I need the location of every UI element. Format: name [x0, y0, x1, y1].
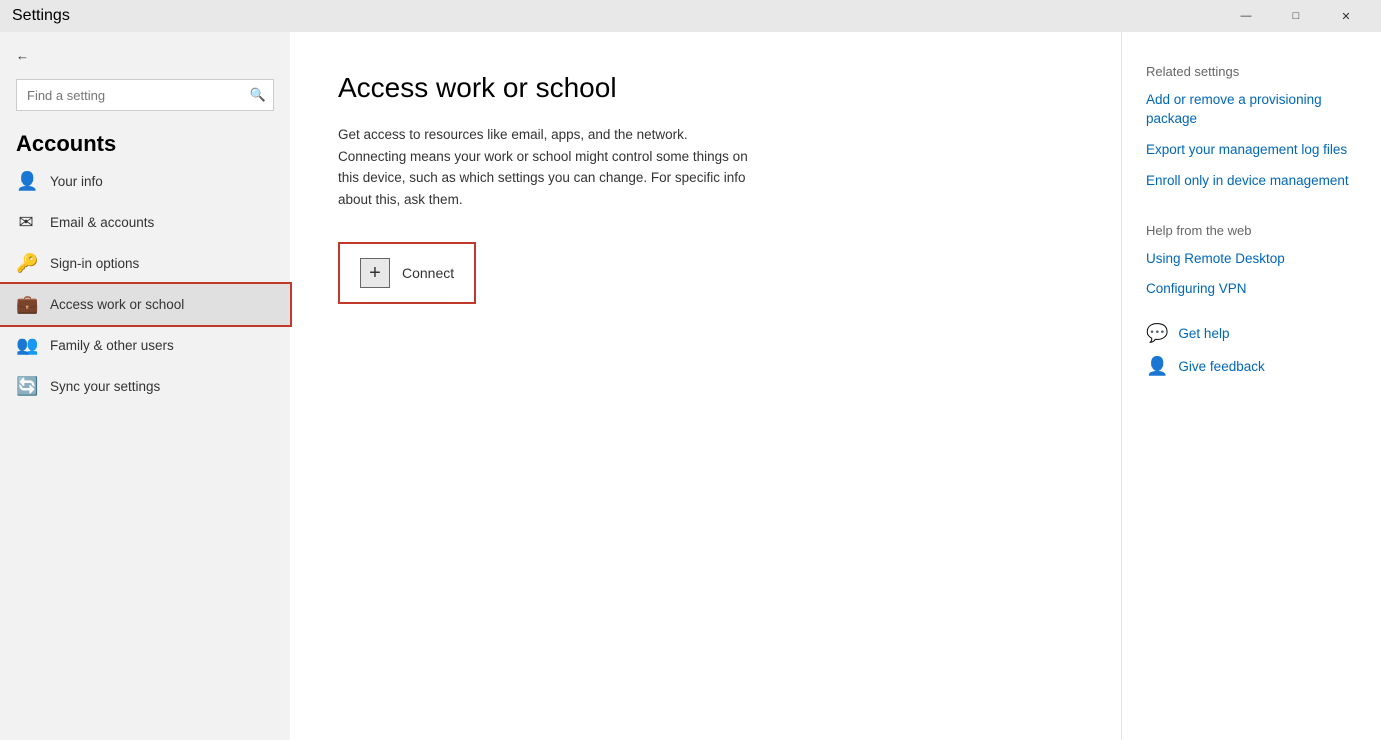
connect-label: Connect	[402, 265, 454, 281]
minimize-icon: —	[1241, 10, 1252, 22]
related-settings-section: Related settings Add or remove a provisi…	[1146, 64, 1357, 191]
sidebar: ← 🔍 Accounts 👤 Your info ✉ Email & accou…	[0, 32, 290, 740]
close-icon: ✕	[1341, 10, 1350, 23]
sidebar-item-email-accounts[interactable]: ✉ Email & accounts	[0, 202, 290, 243]
settings-title: Settings	[12, 7, 70, 25]
back-button[interactable]: ←	[0, 40, 290, 71]
search-icon: 🔍	[250, 87, 266, 103]
connect-plus-icon: +	[360, 258, 390, 288]
help-from-web-section: Help from the web Using Remote Desktop C…	[1146, 223, 1357, 300]
title-bar-controls: — □ ✕	[1223, 0, 1369, 32]
maximize-button[interactable]: □	[1273, 0, 1319, 32]
app-body: ← 🔍 Accounts 👤 Your info ✉ Email & accou…	[0, 32, 1381, 740]
sidebar-item-your-info[interactable]: 👤 Your info	[0, 161, 290, 202]
sidebar-item-family-users[interactable]: 👥 Family & other users	[0, 325, 290, 366]
sync-icon: 🔄	[16, 376, 36, 397]
title-bar: Settings — □ ✕	[0, 0, 1381, 32]
close-button[interactable]: ✕	[1323, 0, 1369, 32]
sidebar-item-sign-in[interactable]: 🔑 Sign-in options	[0, 243, 290, 284]
sidebar-item-label: Family & other users	[50, 338, 174, 353]
enroll-device-link[interactable]: Enroll only in device management	[1146, 172, 1357, 191]
connect-button[interactable]: + Connect	[338, 242, 476, 304]
back-arrow-icon: ←	[16, 48, 29, 63]
sidebar-item-label: Your info	[50, 174, 103, 189]
export-log-link[interactable]: Export your management log files	[1146, 141, 1357, 160]
email-icon: ✉	[16, 212, 36, 233]
search-input[interactable]	[16, 79, 274, 111]
family-icon: 👥	[16, 335, 36, 356]
get-help-icon: 💬	[1146, 323, 1168, 344]
get-help-label: Get help	[1178, 326, 1229, 341]
help-items-section: 💬 Get help 👤 Give feedback	[1146, 323, 1357, 377]
sidebar-item-label: Sync your settings	[50, 379, 160, 394]
sidebar-section-title: Accounts	[0, 119, 290, 161]
sidebar-item-sync-settings[interactable]: 🔄 Sync your settings	[0, 366, 290, 407]
right-panel: Related settings Add or remove a provisi…	[1121, 32, 1381, 740]
sidebar-item-label: Sign-in options	[50, 256, 139, 271]
main-content: Access work or school Get access to reso…	[290, 32, 1121, 740]
page-title: Access work or school	[338, 72, 1073, 104]
minimize-button[interactable]: —	[1223, 0, 1269, 32]
give-feedback-item[interactable]: 👤 Give feedback	[1146, 356, 1357, 377]
sign-in-icon: 🔑	[16, 253, 36, 274]
sidebar-item-label: Access work or school	[50, 297, 184, 312]
maximize-icon: □	[1293, 10, 1300, 22]
help-from-web-title: Help from the web	[1146, 223, 1357, 238]
configuring-vpn-link[interactable]: Configuring VPN	[1146, 280, 1357, 299]
title-bar-left: Settings	[12, 7, 70, 25]
get-help-item[interactable]: 💬 Get help	[1146, 323, 1357, 344]
sidebar-item-access-work[interactable]: 💼 Access work or school	[0, 284, 290, 325]
your-info-icon: 👤	[16, 171, 36, 192]
page-description: Get access to resources like email, apps…	[338, 124, 758, 210]
sidebar-item-label: Email & accounts	[50, 215, 154, 230]
add-remove-pkg-link[interactable]: Add or remove a provisioning package	[1146, 91, 1357, 129]
give-feedback-icon: 👤	[1146, 356, 1168, 377]
work-icon: 💼	[16, 294, 36, 315]
give-feedback-label: Give feedback	[1178, 359, 1264, 374]
remote-desktop-link[interactable]: Using Remote Desktop	[1146, 250, 1357, 269]
search-container: 🔍	[16, 79, 274, 111]
related-settings-title: Related settings	[1146, 64, 1357, 79]
